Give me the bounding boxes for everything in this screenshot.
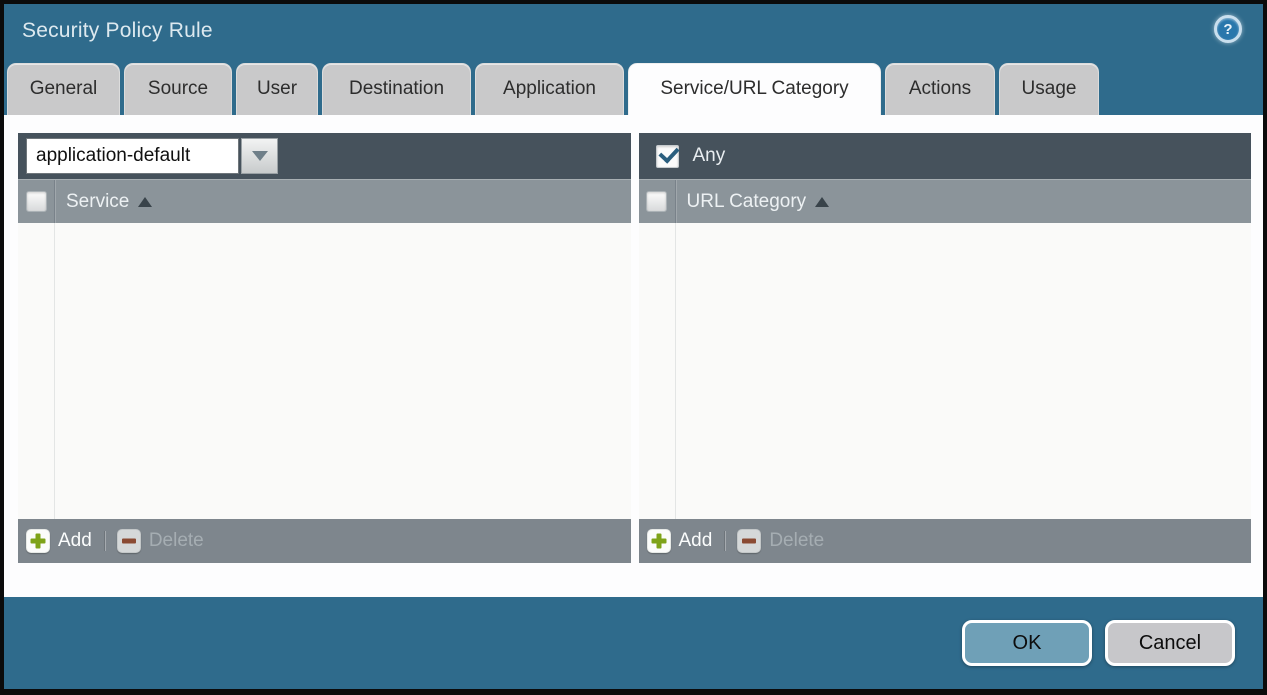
minus-icon (737, 529, 761, 553)
delete-button-label: Delete (769, 530, 824, 552)
dialog-title: Security Policy Rule (22, 19, 213, 43)
tab-label: Destination (349, 78, 444, 99)
dialog-action-bar: OK Cancel (4, 597, 1263, 689)
service-select-all-checkbox[interactable] (26, 191, 47, 212)
footer-separator (725, 531, 726, 551)
any-row: Any (656, 145, 726, 168)
any-checkbox-label[interactable]: Any (693, 145, 726, 167)
url-category-table-body[interactable] (639, 223, 1252, 519)
service-type-dropdown[interactable]: application-default (26, 138, 278, 174)
service-type-dropdown-value[interactable]: application-default (26, 138, 239, 174)
url-category-table-header: URL Category (639, 179, 1252, 223)
tab-label: General (30, 78, 98, 99)
footer-separator (105, 531, 106, 551)
ok-button[interactable]: OK (962, 620, 1092, 666)
tab-general[interactable]: General (7, 63, 120, 115)
tab-source[interactable]: Source (124, 63, 232, 115)
service-table-header: Service (18, 179, 631, 223)
url-category-select-all-checkbox[interactable] (646, 191, 667, 212)
dialog-titlebar: Security Policy Rule (4, 4, 1263, 63)
service-delete-button[interactable]: Delete (117, 529, 204, 553)
url-category-select-all-cell (639, 180, 676, 223)
service-select-all-cell (18, 180, 55, 223)
tab-application[interactable]: Application (475, 63, 624, 115)
cancel-button[interactable]: Cancel (1105, 620, 1235, 666)
tab-label: User (257, 78, 297, 99)
tab-content: application-default Service (4, 115, 1263, 597)
screen: Security Policy Rule General Source User… (0, 0, 1267, 695)
url-category-table-footer: Add Delete (639, 519, 1252, 563)
service-table-footer: Add Delete (18, 519, 631, 563)
url-category-panel: Any URL Category Add (639, 133, 1252, 563)
tab-destination[interactable]: Destination (322, 63, 471, 115)
plus-icon (647, 529, 671, 553)
tab-label: Application (503, 78, 596, 99)
add-button-label: Add (58, 530, 92, 552)
sort-asc-icon[interactable] (815, 197, 829, 207)
tab-bar: General Source User Destination Applicat… (4, 63, 1263, 115)
service-table-body[interactable] (18, 223, 631, 519)
minus-icon (117, 529, 141, 553)
tab-label: Usage (1022, 78, 1077, 99)
plus-icon (26, 529, 50, 553)
tab-label: Actions (909, 78, 971, 99)
chevron-down-icon (252, 151, 268, 161)
url-category-delete-button[interactable]: Delete (737, 529, 824, 553)
service-type-dropdown-button[interactable] (241, 138, 278, 174)
help-icon[interactable] (1214, 15, 1242, 43)
tab-actions[interactable]: Actions (885, 63, 995, 115)
tab-service-url-category[interactable]: Service/URL Category (628, 63, 881, 115)
security-policy-rule-dialog: Security Policy Rule General Source User… (0, 0, 1267, 695)
tab-label: Source (148, 78, 208, 99)
service-column-header[interactable]: Service (66, 191, 129, 213)
add-button-label: Add (679, 530, 713, 552)
tab-usage[interactable]: Usage (999, 63, 1099, 115)
service-panel: application-default Service (18, 133, 631, 563)
tab-label: Service/URL Category (660, 78, 848, 99)
service-toolbar: application-default (18, 133, 631, 179)
url-category-column-header[interactable]: URL Category (687, 191, 807, 213)
delete-button-label: Delete (149, 530, 204, 552)
any-checkbox[interactable] (656, 145, 679, 168)
service-add-button[interactable]: Add (26, 529, 92, 553)
url-category-add-button[interactable]: Add (647, 529, 713, 553)
tab-user[interactable]: User (236, 63, 318, 115)
sort-asc-icon[interactable] (138, 197, 152, 207)
url-category-toolbar: Any (639, 133, 1252, 179)
